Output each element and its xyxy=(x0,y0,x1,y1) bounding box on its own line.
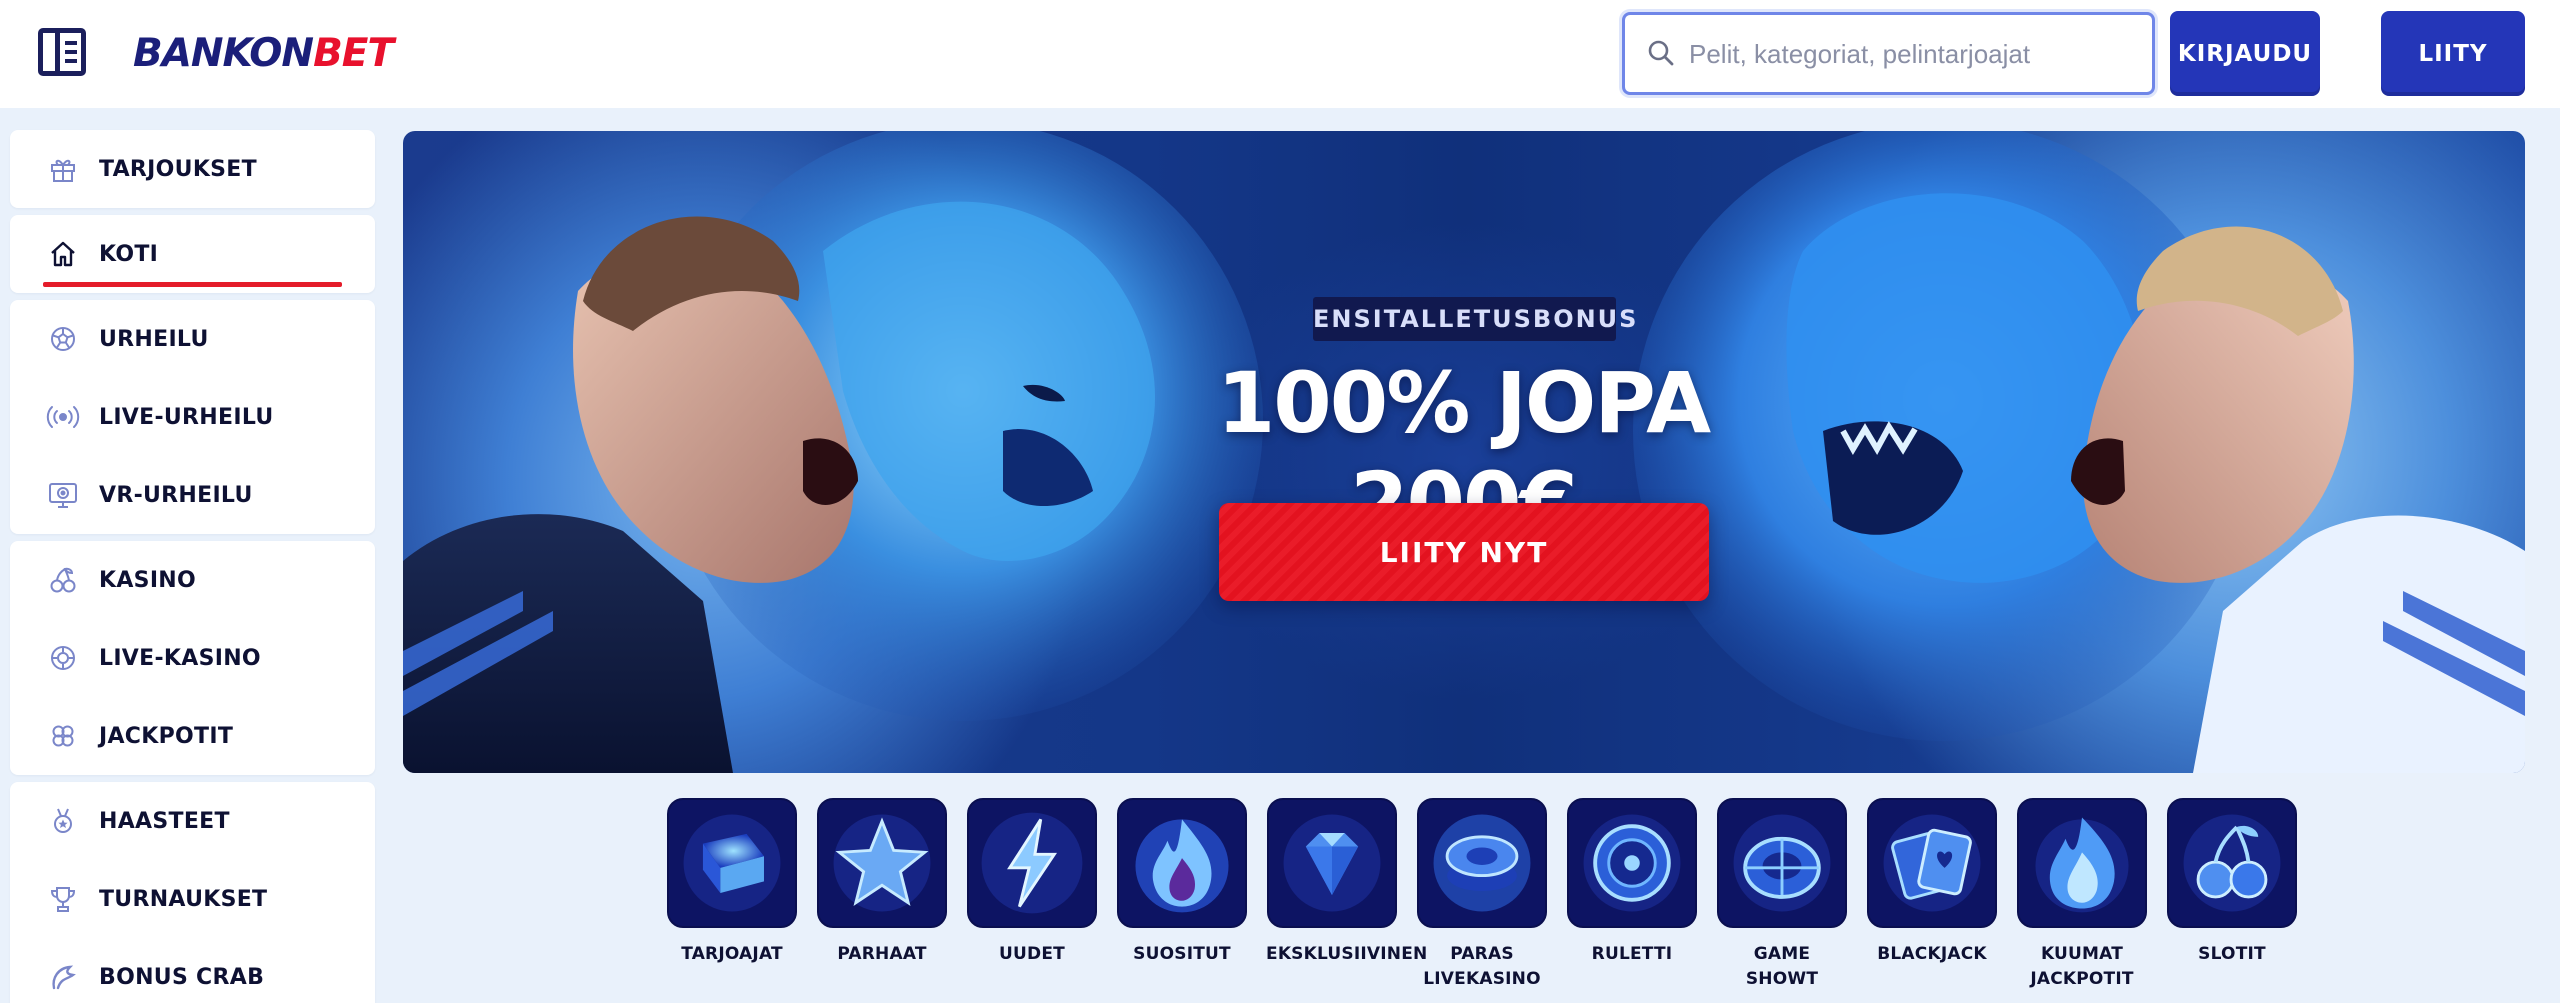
sidebar-item-label: LIVE-URHEILU xyxy=(99,404,274,430)
trophy-icon xyxy=(45,881,81,917)
join-now-button[interactable]: LIITY NYT xyxy=(1219,503,1709,601)
category-popular[interactable]: SUOSITUT xyxy=(1116,798,1248,967)
medal-icon xyxy=(45,803,81,839)
sidebar-item-label: KASINO xyxy=(99,567,197,593)
nav-group-home: KOTI xyxy=(10,215,375,293)
join-button[interactable]: LIITY xyxy=(2381,11,2525,96)
logo-text-bankon: BANKON xyxy=(133,31,314,76)
logo-text-bet: BET xyxy=(313,31,394,76)
hot-flame-icon xyxy=(2017,798,2147,928)
chip-icon xyxy=(45,640,81,676)
category-label: SUOSITUT xyxy=(1133,944,1231,964)
sidebar-item-challenges[interactable]: HAASTEET xyxy=(10,782,375,860)
diamond-icon xyxy=(1267,798,1397,928)
sidebar-nav: TARJOUKSET KOTI URHEILU LIVE-URHEILU VR-… xyxy=(10,130,375,1003)
roulette-icon xyxy=(1567,798,1697,928)
star-icon xyxy=(817,798,947,928)
sidebar-item-jackpots[interactable]: JACKPOTIT xyxy=(10,697,375,775)
category-label: SLOTIT xyxy=(2198,944,2266,964)
category-label: EKSKLUSIIVINEN xyxy=(1266,944,1428,964)
category-hot-jackpots[interactable]: KUUMAT JACKPOTIT xyxy=(2016,798,2148,992)
category-label: PARAS LIVEKASINO xyxy=(1423,944,1541,989)
top-header: BANKONBET KIRJAUDU LIITY xyxy=(0,0,2560,108)
brand-logo[interactable]: BANKONBET xyxy=(133,30,394,78)
sidebar-item-bonus-crab[interactable]: BONUS CRAB xyxy=(10,938,375,1003)
sidebar-item-tournaments[interactable]: TURNAUKSET xyxy=(10,860,375,938)
category-label: BLACKJACK xyxy=(1877,944,1987,964)
sidebar-item-live-casino[interactable]: LIVE-KASINO xyxy=(10,619,375,697)
gift-icon xyxy=(45,151,81,187)
sidebar-item-label: TURNAUKSET xyxy=(99,886,268,912)
crab-claw-icon xyxy=(45,959,81,995)
book-icon xyxy=(667,798,797,928)
clover-icon xyxy=(45,718,81,754)
category-strip: TARJOAJAT PARHAAT UUDET SUOSITUT EKSKLUS… xyxy=(666,798,2306,998)
search-box[interactable] xyxy=(1622,12,2155,95)
sidebar-item-label: HAASTEET xyxy=(99,808,230,834)
sidebar-item-label: VR-URHEILU xyxy=(99,482,253,508)
cherries-icon xyxy=(45,562,81,598)
cherry-icon xyxy=(2167,798,2297,928)
football-icon xyxy=(45,321,81,357)
category-providers[interactable]: TARJOAJAT xyxy=(666,798,798,967)
nav-group-sports: URHEILU LIVE-URHEILU VR-URHEILU xyxy=(10,300,375,534)
lightning-icon xyxy=(967,798,1097,928)
sidebar-item-sports[interactable]: URHEILU xyxy=(10,300,375,378)
category-best[interactable]: PARHAAT xyxy=(816,798,948,967)
category-label: UUDET xyxy=(999,944,1065,964)
search-input[interactable] xyxy=(1689,29,2139,79)
sidebar-item-live-sports[interactable]: LIVE-URHEILU xyxy=(10,378,375,456)
search-icon xyxy=(1648,40,1674,66)
sidebar-item-label: TARJOUKSET xyxy=(99,156,257,182)
category-label: TARJOAJAT xyxy=(681,944,783,964)
home-icon xyxy=(45,236,81,272)
cards-icon xyxy=(1867,798,1997,928)
sidebar-item-offers[interactable]: TARJOUKSET xyxy=(10,130,375,208)
hero-banner[interactable]: ENSITALLETUSBONUS 100% JOPA 200€ LIITY N… xyxy=(403,131,2525,773)
wheel-icon xyxy=(1717,798,1847,928)
category-label: GAME SHOWT xyxy=(1745,944,1819,989)
category-roulette[interactable]: RULETTI xyxy=(1566,798,1698,967)
sidebar-item-vr-sports[interactable]: VR-URHEILU xyxy=(10,456,375,534)
broadcast-icon xyxy=(45,399,81,435)
sidebar-item-home[interactable]: KOTI xyxy=(10,215,375,293)
sidebar-item-label: BONUS CRAB xyxy=(99,964,265,990)
nav-group-casino: KASINO LIVE-KASINO JACKPOTIT xyxy=(10,541,375,775)
category-exclusive[interactable]: EKSKLUSIIVINEN xyxy=(1266,798,1428,967)
vr-monitor-icon xyxy=(45,477,81,513)
category-label: PARHAAT xyxy=(837,944,927,964)
category-new[interactable]: UUDET xyxy=(966,798,1098,967)
login-button[interactable]: KIRJAUDU xyxy=(2170,11,2320,96)
sidebar-item-casino[interactable]: KASINO xyxy=(10,541,375,619)
category-game-shows[interactable]: GAME SHOWT xyxy=(1716,798,1848,992)
category-label: KUUMAT JACKPOTIT xyxy=(2030,944,2134,989)
nav-group-offers: TARJOUKSET xyxy=(10,130,375,208)
sidebar-toggle-icon[interactable] xyxy=(38,28,86,76)
sidebar-item-label: LIVE-KASINO xyxy=(99,645,261,671)
nav-group-extras: HAASTEET TURNAUKSET BONUS CRAB xyxy=(10,782,375,1003)
poker-chip-icon xyxy=(1417,798,1547,928)
flame-icon xyxy=(1117,798,1247,928)
category-best-live-casino[interactable]: PARAS LIVEKASINO xyxy=(1416,798,1548,992)
sidebar-item-label: JACKPOTIT xyxy=(99,723,234,749)
category-slots[interactable]: SLOTIT xyxy=(2166,798,2298,967)
category-label: RULETTI xyxy=(1591,944,1673,964)
sidebar-item-label: URHEILU xyxy=(99,326,209,352)
bonus-badge: ENSITALLETUSBONUS xyxy=(1313,297,1636,341)
category-blackjack[interactable]: BLACKJACK xyxy=(1866,798,1998,967)
sidebar-item-label: KOTI xyxy=(99,241,159,267)
